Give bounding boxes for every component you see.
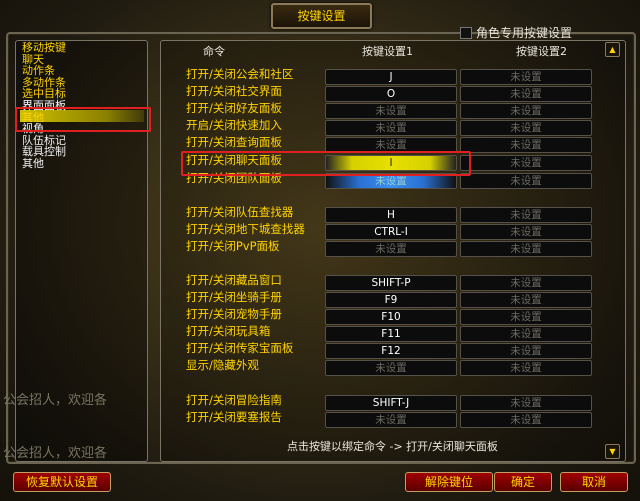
scroll-up-button[interactable]: ▲ <box>605 42 620 57</box>
category-list: 移动按键 聊天 动作条 多动作条 选中目标 界面面板 其他 视角 队伍标记 载具… <box>22 42 66 170</box>
secondary-binding-button[interactable]: 未设置 <box>460 326 592 342</box>
primary-binding-button[interactable]: O <box>325 86 457 102</box>
secondary-binding-button[interactable]: 未设置 <box>460 86 592 102</box>
secondary-binding-button[interactable]: 未设置 <box>460 292 592 308</box>
primary-binding-button[interactable]: SHIFT-J <box>325 395 457 411</box>
secondary-binding-button[interactable]: 未设置 <box>460 360 592 376</box>
primary-binding-button[interactable]: 未设置 <box>325 360 457 376</box>
binding-command-label: 打开/关闭传家宝面板 <box>186 341 294 355</box>
category-item[interactable]: 移动按键 <box>22 42 66 54</box>
primary-binding-button[interactable]: CTRL-I <box>325 224 457 240</box>
chat-line: 公会招人，欢迎各 <box>3 393 108 408</box>
column-header-binding1: 按键设置1 <box>362 45 413 58</box>
column-header-command: 命令 <box>203 45 225 58</box>
binding-command-label: 打开/关闭PvP面板 <box>186 239 280 253</box>
hint-text: 点击按键以绑定命令 -> 打开/关闭聊天面板 <box>287 440 498 453</box>
secondary-binding-button[interactable]: 未设置 <box>460 241 592 257</box>
binding-command-label: 打开/关闭宠物手册 <box>186 307 282 321</box>
highlight-box-selected-row <box>181 151 471 176</box>
char-specific-checkbox[interactable] <box>460 26 472 39</box>
secondary-binding-button[interactable]: 未设置 <box>460 207 592 223</box>
scrollbar[interactable]: ▲ ▼ <box>605 40 620 459</box>
chat-line: 公会招人，欢迎各 <box>3 446 108 461</box>
secondary-binding-button[interactable]: 未设置 <box>460 395 592 411</box>
secondary-binding-button[interactable]: 未设置 <box>460 224 592 240</box>
secondary-binding-button[interactable]: 未设置 <box>460 275 592 291</box>
primary-binding-button[interactable]: 未设置 <box>325 120 457 136</box>
primary-binding-button[interactable]: F10 <box>325 309 457 325</box>
secondary-binding-button[interactable]: 未设置 <box>460 343 592 359</box>
primary-binding-button[interactable]: 未设置 <box>325 412 457 428</box>
secondary-binding-button[interactable]: 未设置 <box>460 103 592 119</box>
secondary-binding-button[interactable]: 未设置 <box>460 412 592 428</box>
secondary-binding-button[interactable]: 未设置 <box>460 120 592 136</box>
binding-command-label: 打开/关闭要塞报告 <box>186 410 282 424</box>
ok-button[interactable]: 确定 <box>494 472 552 492</box>
binding-command-label: 打开/关闭地下城查找器 <box>186 222 305 236</box>
secondary-binding-button[interactable]: 未设置 <box>460 173 592 189</box>
primary-binding-button[interactable]: H <box>325 207 457 223</box>
primary-binding-button[interactable]: SHIFT-P <box>325 275 457 291</box>
primary-binding-button[interactable]: 未设置 <box>325 103 457 119</box>
primary-binding-button[interactable]: F12 <box>325 343 457 359</box>
cancel-button[interactable]: 取消 <box>560 472 628 492</box>
binding-command-label: 打开/关闭查询面板 <box>186 135 282 149</box>
category-item[interactable]: 其他 <box>22 158 66 170</box>
scroll-down-button[interactable]: ▼ <box>605 444 620 459</box>
binding-command-label: 显示/隐藏外观 <box>186 358 259 372</box>
window-title: 按键设置 <box>271 3 372 29</box>
unbind-button[interactable]: 解除键位 <box>405 472 493 492</box>
highlight-box-category <box>15 107 151 132</box>
secondary-binding-button[interactable]: 未设置 <box>460 69 592 85</box>
primary-binding-button[interactable]: 未设置 <box>325 241 457 257</box>
binding-command-label: 打开/关闭玩具箱 <box>186 324 271 338</box>
binding-command-label: 开启/关闭快速加入 <box>186 118 282 132</box>
secondary-binding-button[interactable]: 未设置 <box>460 137 592 153</box>
column-header-binding2: 按键设置2 <box>516 45 567 58</box>
binding-command-label: 打开/关闭藏品窗口 <box>186 273 282 287</box>
binding-command-label: 打开/关闭队伍查找器 <box>186 205 294 219</box>
char-specific-toggle[interactable]: 角色专用按键设置 <box>460 24 572 41</box>
primary-binding-button[interactable]: F9 <box>325 292 457 308</box>
secondary-binding-button[interactable]: 未设置 <box>460 155 592 171</box>
primary-binding-button[interactable]: F11 <box>325 326 457 342</box>
primary-binding-button[interactable]: J <box>325 69 457 85</box>
reset-defaults-button[interactable]: 恢复默认设置 <box>13 472 111 492</box>
binding-command-label: 打开/关闭冒险指南 <box>186 393 282 407</box>
secondary-binding-button[interactable]: 未设置 <box>460 309 592 325</box>
binding-command-label: 打开/关闭好友面板 <box>186 101 282 115</box>
binding-command-label: 打开/关闭社交界面 <box>186 84 282 98</box>
binding-command-label: 打开/关闭坐骑手册 <box>186 290 282 304</box>
binding-command-label: 打开/关闭公会和社区 <box>186 67 294 81</box>
char-specific-label: 角色专用按键设置 <box>476 26 573 40</box>
